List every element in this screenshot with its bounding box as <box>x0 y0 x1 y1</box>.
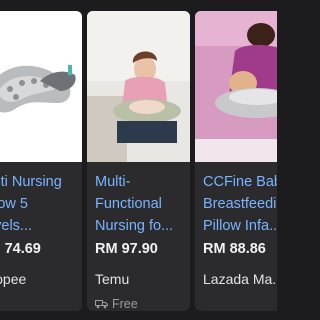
product-strip: Oloti Nursing Pillow 5 Levels... RM 74.6… <box>0 0 277 320</box>
product-carousel: Oloti Nursing Pillow 5 Levels... RM 74.6… <box>0 0 277 320</box>
product-image[interactable] <box>195 11 277 162</box>
mother-breastfeeding-photo-icon <box>195 11 277 162</box>
product-title-link[interactable]: CCFine Baby Breastfeeding Pillow Infa... <box>203 171 277 237</box>
product-title-link[interactable]: Multi- Functional Nursing fo... <box>95 171 186 237</box>
product-card[interactable]: Multi- Functional Nursing fo... RM 97.90… <box>87 11 190 311</box>
shipping-label: Free <box>112 297 138 311</box>
product-seller: Lazada Ma... <box>203 271 277 287</box>
product-card[interactable]: Oloti Nursing Pillow 5 Levels... RM 74.6… <box>0 11 82 311</box>
product-price: RM 97.90 <box>95 241 158 257</box>
product-price: RM 88.86 <box>203 241 266 257</box>
product-title-link[interactable]: Oloti Nursing Pillow 5 Levels... <box>0 171 78 237</box>
product-card[interactable]: CCFine Baby Breastfeeding Pillow Infa...… <box>195 11 277 311</box>
product-image[interactable] <box>87 11 190 162</box>
product-price: RM 74.69 <box>0 241 41 257</box>
shipping-info: Free <box>95 297 138 311</box>
product-seller: Temu <box>95 271 130 287</box>
nursing-pillow-product-icon <box>0 11 82 162</box>
product-seller: Shopee <box>0 271 27 287</box>
mother-with-pillow-photo-icon <box>87 11 190 162</box>
product-image[interactable] <box>0 11 82 162</box>
truck-icon <box>95 299 108 309</box>
